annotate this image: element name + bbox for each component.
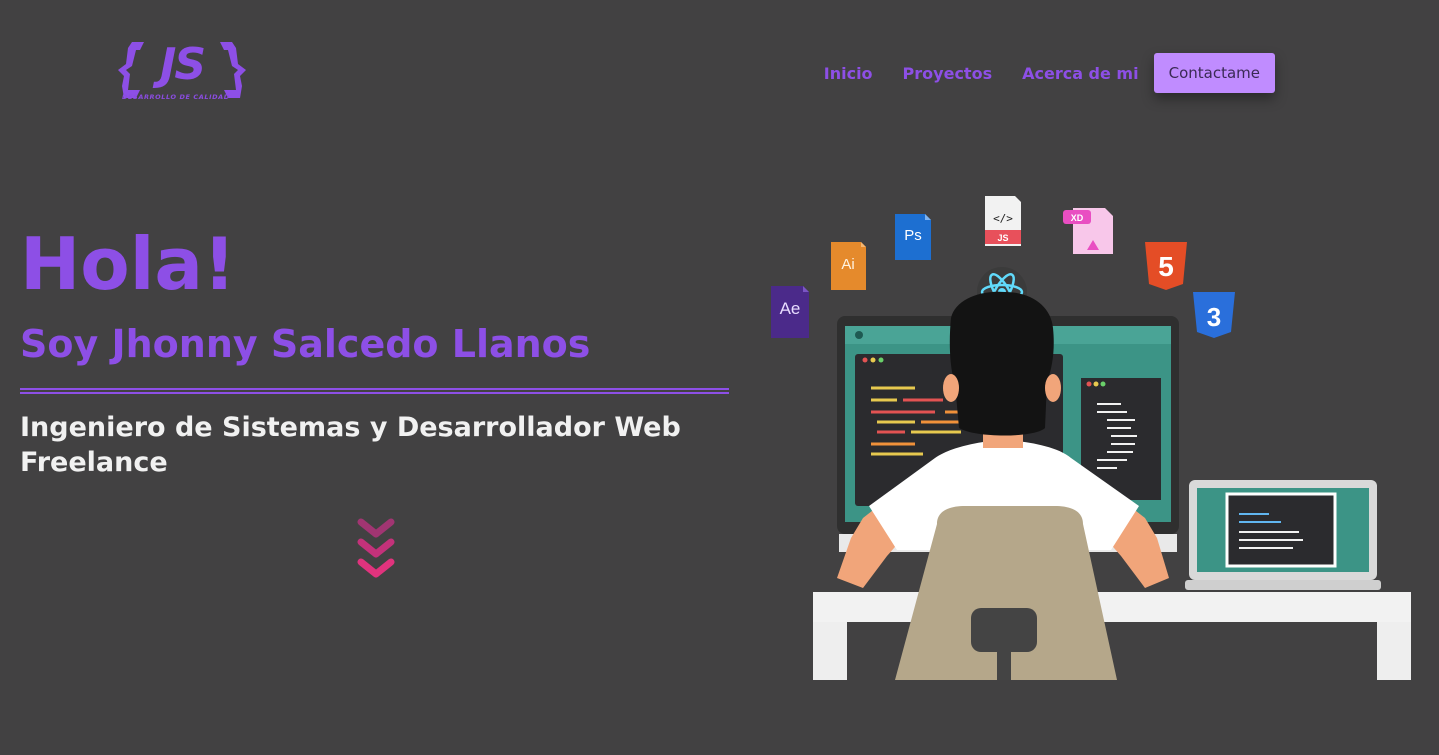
svg-text:Ai: Ai xyxy=(841,256,854,273)
svg-text:5: 5 xyxy=(1158,251,1174,282)
after-effects-icon: Ae xyxy=(771,286,809,338)
html5-icon: 5 xyxy=(1145,242,1187,290)
logo-subtitle: DESARROLLO DE CALIDAD xyxy=(122,93,230,101)
svg-text:Ae: Ae xyxy=(780,299,801,318)
svg-text:JS: JS xyxy=(997,233,1008,243)
svg-text:XD: XD xyxy=(1071,213,1084,223)
nav-link-inicio[interactable]: Inicio xyxy=(824,64,873,83)
adobe-xd-icon: XD xyxy=(1063,208,1113,254)
photoshop-icon: Ps xyxy=(895,214,931,260)
svg-text:</>: </> xyxy=(993,212,1013,225)
logo-text: JS xyxy=(159,38,206,90)
contact-button[interactable]: Contactame xyxy=(1153,53,1275,93)
hero-role: Ingeniero de Sistemas y Desarrollador We… xyxy=(20,412,681,478)
svg-text:Ps: Ps xyxy=(904,227,922,244)
svg-text:3: 3 xyxy=(1207,302,1221,332)
javascript-file-icon: </> JS xyxy=(985,196,1021,246)
chevrons-down-icon[interactable] xyxy=(355,518,397,580)
nav-link-acerca[interactable]: Acerca de mi xyxy=(1022,64,1139,83)
hero-name: Soy Jhonny Salcedo Llanos xyxy=(20,322,591,366)
hero-divider xyxy=(20,388,729,394)
developer-illustration: Ae Ai Ps </> JS XD 5 3 xyxy=(765,188,1420,688)
css3-icon: 3 xyxy=(1193,292,1235,338)
logo[interactable]: JS DESARROLLO DE CALIDAD xyxy=(118,36,246,106)
main-nav: Inicio Proyectos Acerca de mi Contactame xyxy=(824,53,1275,93)
illustrator-icon: Ai xyxy=(831,242,866,290)
nav-link-proyectos[interactable]: Proyectos xyxy=(903,64,993,83)
hero-greeting: Hola! xyxy=(20,222,236,306)
